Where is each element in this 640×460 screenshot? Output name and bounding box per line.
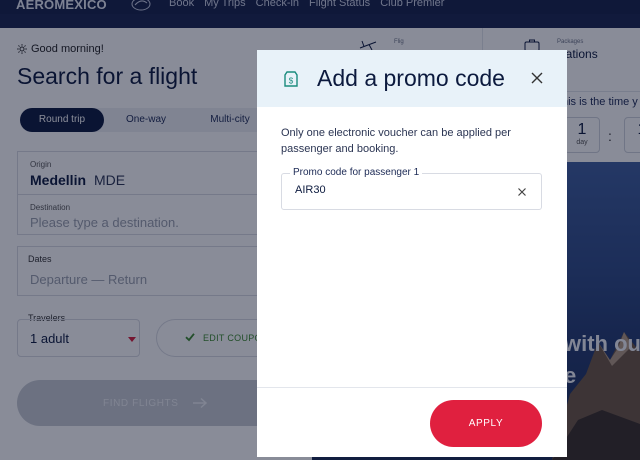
- close-icon[interactable]: [530, 71, 544, 85]
- promo-code-label: Promo code for passenger 1: [290, 167, 423, 178]
- promo-code-modal: $ Add a promo code Only one electronic v…: [257, 50, 567, 457]
- clear-icon[interactable]: [517, 187, 527, 197]
- svg-text:$: $: [289, 77, 294, 86]
- modal-header: $ Add a promo code: [257, 50, 567, 107]
- promo-code-input[interactable]: [295, 184, 505, 196]
- voucher-icon: $: [284, 71, 298, 87]
- apply-button[interactable]: APPLY: [430, 400, 542, 447]
- promo-code-field: Promo code for passenger 1: [281, 167, 542, 210]
- modal-footer-divider: [257, 387, 567, 388]
- modal-description: Only one electronic voucher can be appli…: [281, 127, 511, 155]
- modal-title: Add a promo code: [317, 65, 505, 91]
